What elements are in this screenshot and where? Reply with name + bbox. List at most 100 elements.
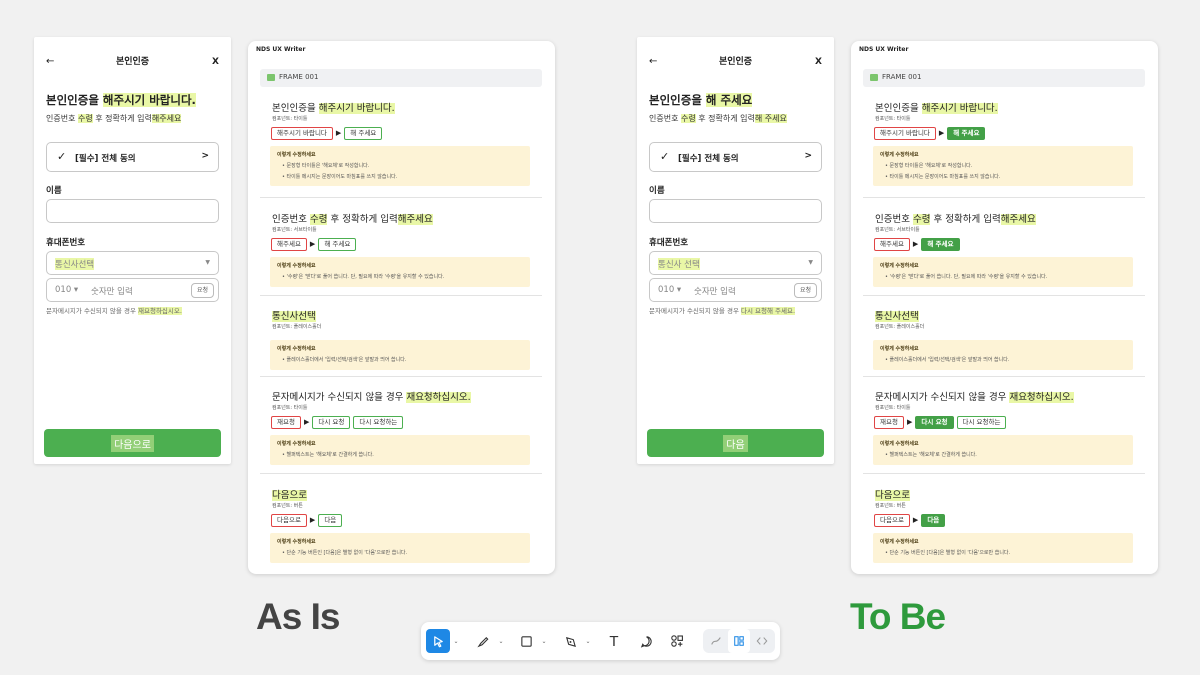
phone-number-input[interactable]: 010 ▾ 숫자만 입력 요청 <box>649 278 822 302</box>
draw-icon[interactable] <box>705 629 727 653</box>
suggestion-chip[interactable]: 다시 요청 <box>312 416 351 429</box>
carrier-select[interactable]: 통신사선택 ▼ <box>46 251 219 275</box>
asis-writer-panel: NDS UX Writer FRAME 001 본인인증을 해주시기 바랍니다.… <box>248 41 555 574</box>
asis-screen-title: 본인인증 <box>115 57 150 67</box>
heading-text-mid: 후 정확하게 입력 <box>930 214 1001 225</box>
suggestion-chip-alt[interactable]: 다시 요청하는 <box>956 416 1007 429</box>
suggestion-chip[interactable]: 해 주세요 <box>344 127 383 140</box>
advice-list: '수령'은 '받다'로 풀어 씁니다. 단, 필요에 따라 '수령'을 유지할 … <box>282 272 445 283</box>
section-heading: 통신사선택 <box>875 308 919 322</box>
next-button-label: 다음 <box>723 435 748 452</box>
advice-box: 이렇게 수정하세요 헬퍼텍스트는 '해요체'로 간결하게 씁니다. <box>270 435 530 465</box>
subtitle-text-mid: 후 정확하게 입력 <box>695 114 755 123</box>
components-icon[interactable] <box>665 629 689 653</box>
suggestion-chip-alt[interactable]: 다시 요청하는 <box>353 416 404 429</box>
heading-text: 본인인증을 <box>272 103 319 114</box>
subtitle-highlight-2: 해주세요 <box>151 114 182 123</box>
original-chip: 재요청 <box>271 416 301 429</box>
applied-suggestion-chip[interactable]: 해 주세요 <box>921 238 960 251</box>
heading-highlight: 수령 <box>309 214 328 225</box>
heading-text: 인증번호 <box>272 214 310 225</box>
section-heading: 본인인증을 해주시기 바랍니다. <box>875 100 998 114</box>
text-icon[interactable]: T <box>602 629 626 653</box>
advice-list: 문장형 타이틀은 '해요체'로 작성합니다. 타이틀 메시지는 문장이어도 마침… <box>282 161 398 183</box>
applied-suggestion-chip[interactable]: 다음 <box>921 514 946 527</box>
chevron-down-icon[interactable]: ⌄ <box>452 629 460 653</box>
carrier-select[interactable]: 통신사 선택 ▼ <box>649 251 822 275</box>
prefix-select[interactable]: 010 ▾ <box>55 285 78 295</box>
component-type: 컴포넌트: 타이틀 <box>272 405 308 411</box>
original-chip: 다음으로 <box>271 514 307 527</box>
frame-icon <box>870 74 878 81</box>
chevron-down-icon[interactable]: ⌄ <box>540 629 548 653</box>
agree-all-row[interactable]: ✓ [필수] 전체 동의 > <box>649 142 822 172</box>
pen-tool-icon[interactable] <box>558 629 582 653</box>
tobe-subtitle: 인증번호 수령 후 정확하게 입력해 주세요 <box>649 113 787 124</box>
advice-list: 단순 기능 버튼인 [다음]은 별형 없이 '다음'으로만 씁니다. <box>282 548 408 559</box>
advice-item: 단순 기능 버튼인 [다음]은 별형 없이 '다음'으로만 씁니다. <box>885 548 1011 559</box>
applied-suggestion-chip[interactable]: 다시 요청 <box>915 416 954 429</box>
suggestion-chips: 해주시기 바랍니다 ▶ 해 주세요 <box>874 127 986 140</box>
suggestion-chips: 다음으로 ▶ 다음 <box>271 514 343 527</box>
prefix-select[interactable]: 010 ▾ <box>658 285 681 295</box>
dropdown-arrow-icon: ▼ <box>205 259 210 266</box>
name-input[interactable] <box>649 199 822 223</box>
close-icon[interactable]: X <box>815 55 822 69</box>
name-input[interactable] <box>46 199 219 223</box>
next-button[interactable]: 다음 <box>647 429 824 457</box>
agree-all-label: [필수] 전체 동의 <box>75 154 136 164</box>
suggestion-chip[interactable]: 다음 <box>318 514 343 527</box>
section-divider <box>863 376 1145 377</box>
request-code-button[interactable]: 요청 <box>793 283 817 298</box>
pointer-icon[interactable] <box>426 629 450 653</box>
chevron-down-icon[interactable]: ⌄ <box>497 629 505 653</box>
carrier-placeholder: 통신사선택 <box>55 258 95 270</box>
comment-icon[interactable] <box>634 629 658 653</box>
headline-highlight: 해 주세요 <box>705 93 753 107</box>
advice-item: 타이틀 메시지는 문장이어도 마침표를 쓰지 않습니다. <box>282 172 398 183</box>
chevron-down-icon[interactable]: ⌄ <box>584 629 592 653</box>
name-label: 이름 <box>46 186 62 196</box>
subtitle-highlight-1: 수령 <box>680 114 696 123</box>
agree-all-label: [필수] 전체 동의 <box>678 154 739 164</box>
agree-all-row[interactable]: ✓ [필수] 전체 동의 > <box>46 142 219 172</box>
arrow-icon: ▶ <box>906 418 913 426</box>
to-be-caption: To Be <box>850 596 946 637</box>
close-icon[interactable]: X <box>212 55 219 69</box>
helper-text-highlight: 재요청하십시오. <box>138 307 182 315</box>
next-button[interactable]: 다음으로 <box>44 429 221 457</box>
subtitle-text: 인증번호 <box>649 114 681 123</box>
advice-list: 플레이스홀더에서 '입력/선택/검색'은 앞말과 띄어 씁니다. <box>885 355 1010 366</box>
advice-box: 이렇게 수정하세요 '수령'은 '받다'로 풀어 씁니다. 단, 필요에 따라 … <box>270 257 530 287</box>
code-icon[interactable] <box>751 629 773 653</box>
heading-highlight: 재요청하십시오. <box>406 392 471 403</box>
pen-icon[interactable] <box>471 629 495 653</box>
section-divider <box>260 295 542 296</box>
dev-mode-icon[interactable] <box>728 629 750 653</box>
section-divider <box>260 376 542 377</box>
frame-header[interactable]: FRAME 001 <box>260 69 542 87</box>
tobe-header: ← 본인인증 X <box>637 55 834 69</box>
heading-text: 인증번호 <box>875 214 913 225</box>
suggestion-chip[interactable]: 해 주세요 <box>318 238 357 251</box>
advice-item: 플레이스홀더에서 '입력/선택/검색'은 앞말과 띄어 씁니다. <box>282 355 407 366</box>
tobe-phone-screen: ← 본인인증 X 본인인증을 해 주세요 인증번호 수령 후 정확하게 입력해 … <box>637 37 834 464</box>
section-heading: 문자메시지가 수신되지 않을 경우 재요청하십시오. <box>272 389 471 403</box>
advice-item: 단순 기능 버튼인 [다음]은 별형 없이 '다음'으로만 씁니다. <box>282 548 408 559</box>
component-type: 컴포넌트: 타이틀 <box>272 116 308 122</box>
heading-highlight: 통신사선택 <box>272 311 316 322</box>
rectangle-icon[interactable] <box>514 629 538 653</box>
advice-item: '수령'은 '받다'로 풀어 씁니다. 단, 필요에 따라 '수령'을 유지할 … <box>282 272 445 283</box>
applied-suggestion-chip[interactable]: 해 주세요 <box>947 127 986 140</box>
frame-header[interactable]: FRAME 001 <box>863 69 1145 87</box>
advice-item: 헬퍼텍스트는 '해요체'로 간결하게 씁니다. <box>885 450 977 461</box>
original-chip: 해주세요 <box>271 238 307 251</box>
phone-number-input[interactable]: 010 ▾ 숫자만 입력 요청 <box>46 278 219 302</box>
subtitle-highlight-2: 해 주세요 <box>754 114 787 123</box>
heading-text: 문자메시지가 수신되지 않을 경우 <box>875 392 1010 403</box>
original-chip: 해주세요 <box>874 238 910 251</box>
design-toolbar: ⌄ ⌄ ⌄ ⌄ T <box>421 622 780 660</box>
arrow-icon: ▶ <box>309 240 316 248</box>
request-code-button[interactable]: 요청 <box>190 283 214 298</box>
section-heading: 인증번호 수령 후 정확하게 입력해주세요 <box>272 211 433 225</box>
